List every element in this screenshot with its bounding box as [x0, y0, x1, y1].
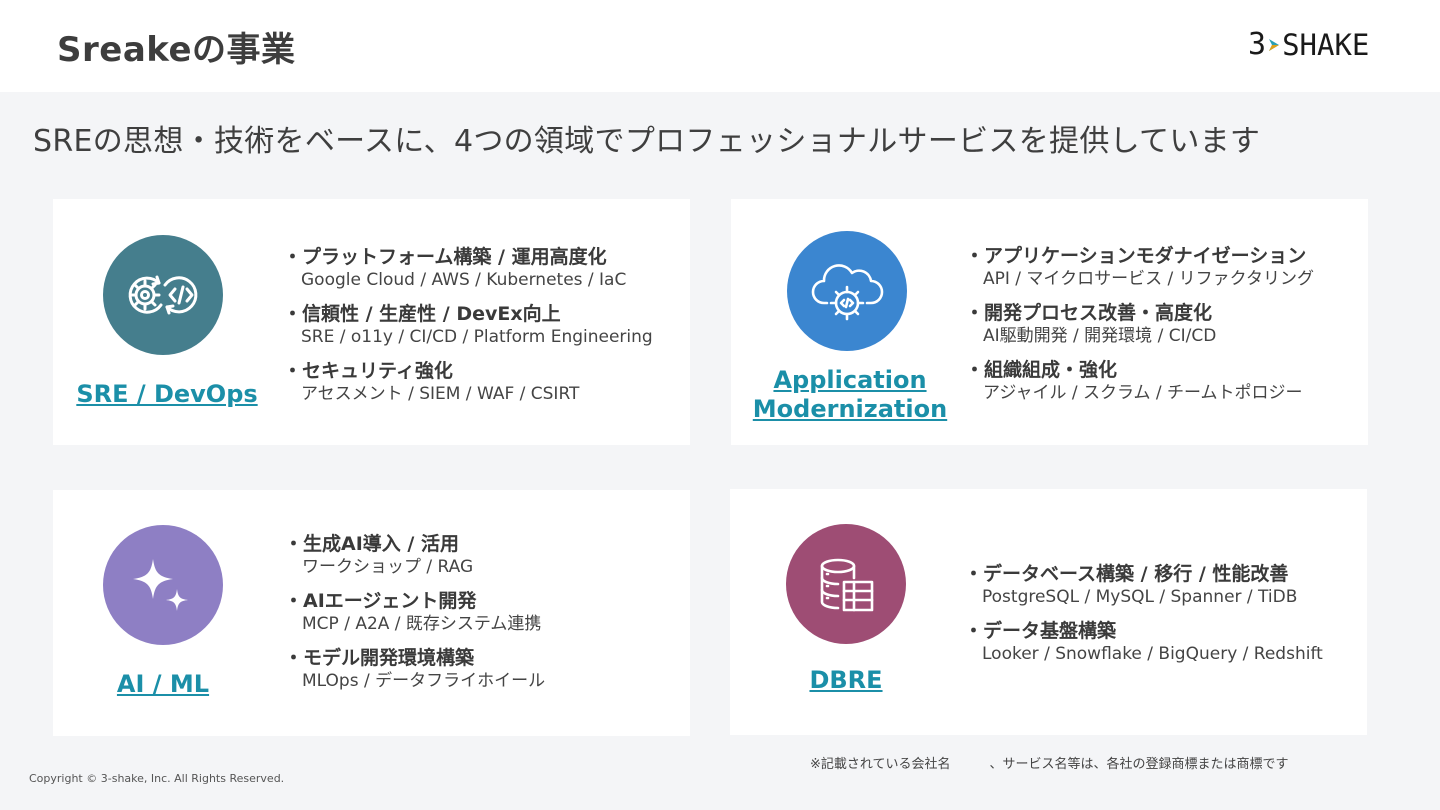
list-item: ・データ基盤構築 Looker / Snowflake / BigQuery /… — [964, 620, 1323, 664]
list-item: ・組織組成・強化 アジャイル / スクラム / チームトポロジー — [965, 359, 1303, 403]
logo-mark-icon — [1269, 39, 1280, 51]
card-title-sre-devops[interactable]: SRE / DevOps — [63, 380, 271, 409]
company-logo: 3 SHAKE — [1248, 28, 1388, 62]
card-application-modernization: Application Modernization ・アプリケーションモダナイゼ… — [731, 199, 1368, 445]
list-item: ・AIエージェント開発 MCP / A2A / 既存システム連携 — [284, 590, 542, 634]
page-title: Sreakeの事業 — [57, 30, 296, 70]
database-table-icon — [820, 558, 874, 612]
copyright-text: Copyright © 3-shake, Inc. All Rights Res… — [29, 772, 285, 785]
sre-icon-circle — [103, 235, 223, 355]
card-dbre: DBRE ・データベース構築 / 移行 / 性能改善 PostgreSQL / … — [730, 489, 1367, 735]
card-title-dbre[interactable]: DBRE — [746, 666, 946, 695]
sparkle-icon — [133, 559, 188, 611]
list-item: ・生成AI導入 / 活用 ワークショップ / RAG — [284, 533, 474, 577]
sre-bullet-list: ・プラットフォーム構築 / 運用高度化 Google Cloud / AWS /… — [283, 245, 653, 416]
card-title-application-modernization[interactable]: Application Modernization — [751, 366, 949, 424]
card-sre-devops: SRE / DevOps ・プラットフォーム構築 / 運用高度化 Google … — [53, 199, 690, 445]
ai-icon-circle — [103, 525, 223, 645]
app-bullet-list: ・アプリケーションモダナイゼーション API / マイクロサービス / リファク… — [965, 244, 1314, 415]
cloud-gear-icon — [811, 264, 884, 321]
page-subtitle: SREの思想・技術をベースに、4つの領域でプロフェッショナルサービスを提供してい… — [33, 124, 1261, 159]
list-item: ・開発プロセス改善・高度化 AI駆動開発 / 開発環境 / CI/CD — [965, 302, 1217, 346]
header-bar: Sreakeの事業 3 SHAKE — [0, 0, 1440, 92]
trademark-note: ※記載されている会社名 、サービス名等は、各社の登録商標または商標です — [810, 757, 1289, 772]
card-ai-ml: AI / ML ・生成AI導入 / 活用 ワークショップ / RAG ・AIエー… — [53, 490, 690, 736]
list-item: ・データベース構築 / 移行 / 性能改善 PostgreSQL / MySQL… — [964, 563, 1298, 607]
logo-text: SHAKE — [1282, 27, 1370, 62]
ai-bullet-list: ・生成AI導入 / 活用 ワークショップ / RAG ・AIエージェント開発 M… — [284, 532, 545, 703]
dbre-bullet-list: ・データベース構築 / 移行 / 性能改善 PostgreSQL / MySQL… — [964, 562, 1323, 676]
list-item: ・信頼性 / 生産性 / DevEx向上 SRE / o11y / CI/CD … — [283, 303, 653, 347]
list-item: ・セキュリティ強化 アセスメント / SIEM / WAF / CSIRT — [283, 360, 580, 404]
list-item: ・アプリケーションモダナイゼーション API / マイクロサービス / リファク… — [965, 245, 1314, 289]
list-item: ・プラットフォーム構築 / 運用高度化 Google Cloud / AWS /… — [283, 246, 627, 290]
card-title-ai-ml[interactable]: AI / ML — [63, 670, 263, 699]
list-item: ・モデル開発環境構築 MLOps / データフライホイール — [284, 647, 546, 691]
logo-number: 3 — [1248, 27, 1267, 62]
gear-code-cycle-icon — [128, 275, 198, 315]
dbre-icon-circle — [786, 524, 906, 644]
app-icon-circle — [787, 231, 907, 351]
